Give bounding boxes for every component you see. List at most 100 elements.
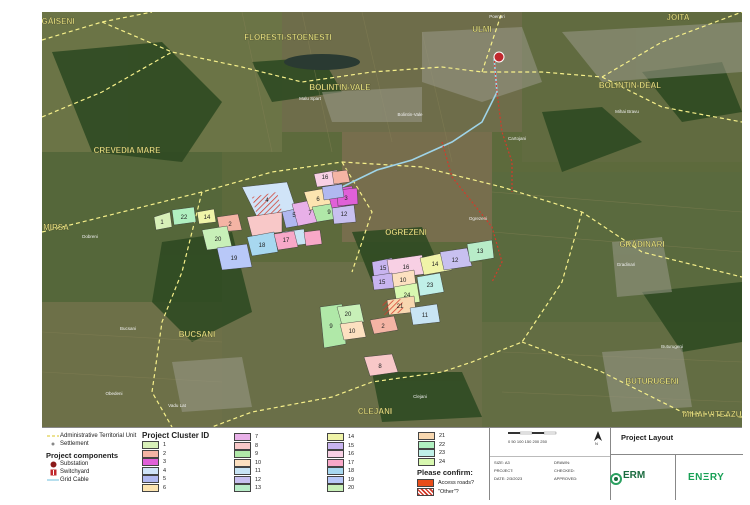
cluster-id: 20: [348, 485, 355, 492]
cluster-label: 10: [400, 278, 407, 284]
cluster-swatch: [327, 433, 344, 442]
place-label-bucsani: BUCSANI: [179, 330, 215, 339]
cluster-legend-col-1: 1 2 3 4 5 6: [142, 441, 166, 492]
field-checked: CHECKED:: [554, 468, 575, 473]
access-road-swatch: [417, 479, 434, 488]
cluster-legend-col-2: 7 8 9 10 11 12 13: [234, 433, 261, 493]
satellite-map[interactable]: 1 22 14 2 4 20 19 18 5 7 6 9 12 3 17 16 …: [42, 12, 742, 427]
substation-label: Substation: [60, 461, 89, 467]
cluster-swatch: [142, 475, 159, 484]
cluster-swatch: [142, 449, 159, 458]
svg-text:Obedeni: Obedeni: [105, 391, 122, 396]
enery-logo: ENΞRY: [688, 472, 725, 483]
place-label-buturugeni: BUTURUGENI: [625, 377, 678, 386]
confirm-legend: Please confirm: Access roads? "Other"?: [417, 468, 474, 496]
cluster-legend-col-3: 14 15 16 17 18 19 20: [327, 433, 354, 493]
cluster-id: 18: [348, 468, 355, 475]
atu-label: Administrative Territorial Unit: [60, 433, 137, 439]
place-label-bolintin-deal: BOLINTIN-DEAL: [599, 81, 661, 90]
cluster-label: 20: [345, 312, 352, 318]
cluster-label: 13: [477, 249, 484, 255]
switchyard-label: Switchyard: [60, 469, 90, 475]
cluster-label: 18: [259, 243, 266, 249]
svg-text:Clejani: Clejani: [413, 394, 427, 399]
lake: [284, 54, 360, 70]
cluster-label: 17: [283, 238, 290, 244]
cluster-label: 14: [204, 215, 211, 221]
cluster-id: 5: [163, 476, 167, 483]
cluster-2b[interactable]: [331, 169, 351, 185]
cluster-id: 17: [348, 459, 355, 466]
cluster-swatch: [327, 475, 344, 484]
cluster-id: 16: [348, 451, 355, 458]
cluster-label: 19: [231, 256, 238, 262]
place-label-floresti-stoenesti: FLORESTI-STOENESTI: [244, 33, 331, 42]
cluster-swatch: [327, 484, 344, 493]
erm-logo-icon: [610, 472, 622, 490]
cluster-label: 10: [349, 329, 356, 335]
cluster-id: 23: [439, 450, 446, 457]
cluster-id: 15: [348, 442, 355, 449]
cluster-swatch: [234, 475, 251, 484]
cluster-id: 9: [255, 451, 259, 458]
cluster-id: 7: [255, 434, 259, 441]
cluster-swatch: [234, 484, 251, 493]
cluster-id: 11: [255, 468, 261, 475]
cluster-label: 14: [432, 262, 439, 268]
cluster-label: 22: [181, 215, 188, 221]
cluster-17b[interactable]: [303, 229, 323, 247]
cluster-id: 21: [439, 433, 446, 440]
cluster-label: 12: [341, 212, 348, 218]
gridcable-label: Grid Cable: [60, 477, 89, 483]
cluster-swatch: [327, 458, 344, 467]
svg-text:Poenari: Poenari: [489, 14, 505, 19]
svg-text:Dobreni: Dobreni: [82, 234, 98, 239]
components-title: Project components: [46, 451, 119, 460]
cluster-swatch: [327, 467, 344, 476]
switchyard-icon: [46, 469, 60, 476]
svg-text:Malu Spart: Malu Spart: [299, 96, 322, 101]
cluster-id: 4: [163, 467, 167, 474]
cluster-swatch: [234, 441, 251, 450]
title-block: 0 50 100 150 200 250 N SIZE: A3 PROJECT:…: [489, 428, 743, 500]
cluster-swatch: [418, 440, 435, 449]
cluster-id: 22: [439, 441, 446, 448]
place-label-crevedia-mare: CREVEDIA MARE: [94, 146, 161, 155]
cluster-legend-title: Project Cluster ID: [142, 431, 210, 440]
cluster-id: 6: [163, 484, 167, 491]
cluster-label: 15: [379, 280, 386, 286]
cluster-swatch: [234, 433, 251, 442]
field-approved: APPROVED:: [554, 476, 578, 481]
cluster-label: 11: [422, 313, 429, 319]
confirm-title: Please confirm:: [417, 468, 473, 477]
north-label: N: [595, 441, 598, 446]
svg-text:Bucsani: Bucsani: [120, 326, 136, 331]
settlement-icon: [46, 441, 60, 447]
svg-text:Gradinari: Gradinari: [617, 262, 636, 267]
map-title: Project Layout: [621, 433, 674, 442]
place-label-gradinari: GRĂDINARI: [619, 240, 664, 249]
field-size: SIZE: A3: [494, 460, 510, 465]
cluster-id: 24: [439, 458, 446, 465]
cluster-swatch: [418, 457, 435, 466]
cluster-id: 14: [348, 434, 355, 441]
grid-cable-icon: [46, 478, 60, 482]
map-legend-panel: Administrative Territorial Unit Settleme…: [42, 427, 743, 500]
cluster-id: 19: [348, 476, 355, 483]
other-label: "Other"?: [438, 488, 459, 495]
other-swatch: [417, 487, 434, 496]
place-label-gaiseni: GĂISENI: [42, 17, 74, 26]
place-label-mirsa: MIRSA: [43, 223, 69, 232]
cluster-id: 13: [255, 485, 262, 492]
erm-logo: ERM: [623, 470, 646, 481]
admin-boundary-icon: [46, 434, 60, 438]
cluster-swatch: [418, 432, 435, 441]
place-label-mihai-viteazu: MIHAI VITEAZU: [682, 410, 741, 419]
cluster-swatch: [234, 450, 251, 459]
cluster-id: 10: [255, 459, 262, 466]
cluster-id: 2: [163, 450, 167, 457]
cluster-5b[interactable]: [321, 183, 345, 201]
place-label-ulmi: ULMI: [472, 25, 492, 34]
cluster-swatch: [327, 441, 344, 450]
map-legend: Administrative Territorial Unit Settleme…: [46, 432, 138, 484]
